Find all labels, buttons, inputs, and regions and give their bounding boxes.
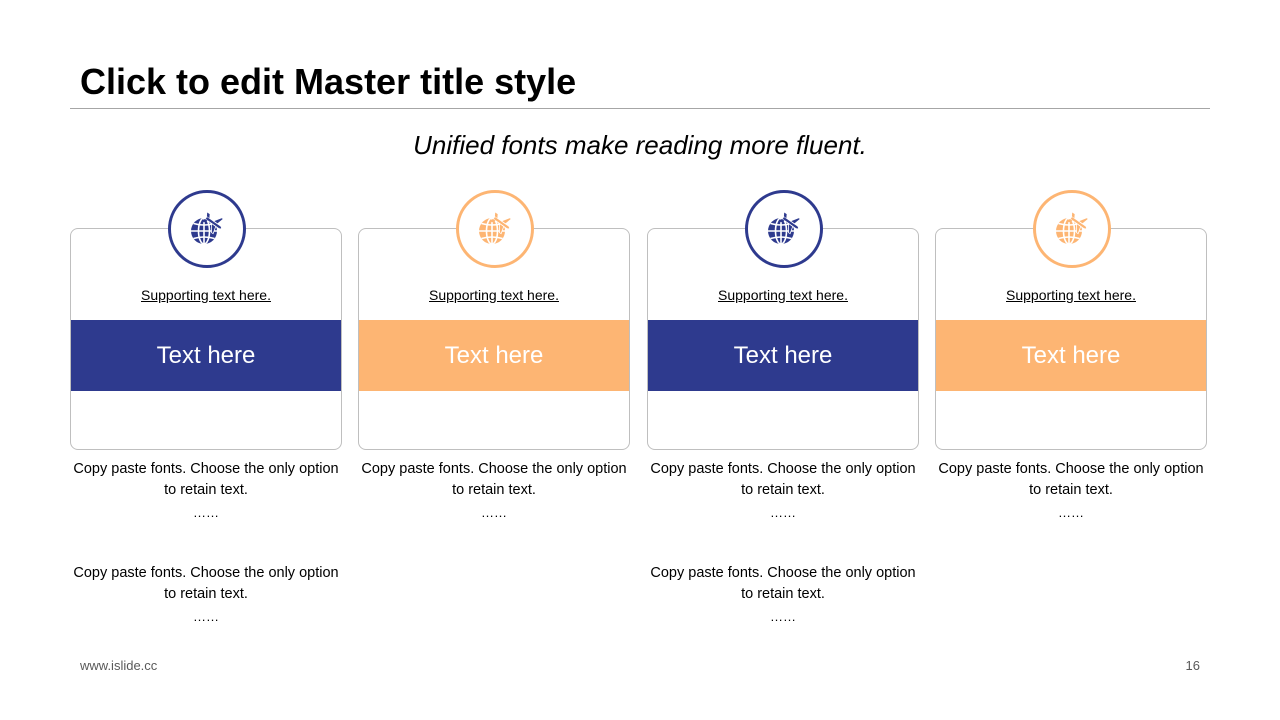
card-column-1: Supporting text here. Text here Copy pas… [70, 0, 342, 720]
card-column-4: Supporting text here. Text here Copy pas… [935, 0, 1207, 720]
page-number: 16 [1185, 658, 1200, 673]
body-text-2: Copy paste fonts. Choose the only option… [73, 565, 339, 602]
card-column-2: Supporting text here. Text here Copy pas… [358, 0, 630, 720]
icon-circle [1033, 190, 1111, 268]
icon-circle [168, 190, 246, 268]
card-band: Text here [648, 320, 918, 391]
icon-circle [456, 190, 534, 268]
card-column-3: Supporting text here. Text here Copy pas… [647, 0, 919, 720]
ellipsis: …… [1058, 505, 1084, 520]
body-text-1: Copy paste fonts. Choose the only option… [650, 461, 916, 498]
supporting-text: Supporting text here. [141, 287, 271, 303]
card-band: Text here [936, 320, 1206, 391]
body-text-1: Copy paste fonts. Choose the only option… [361, 461, 627, 498]
supporting-text: Supporting text here. [1006, 287, 1136, 303]
ellipsis: …… [481, 505, 507, 520]
ellipsis: …… [770, 609, 796, 624]
body-text-1: Copy paste fonts. Choose the only option… [73, 461, 339, 498]
globe-plane-icon [768, 212, 802, 245]
globe-plane-icon [479, 212, 513, 245]
card-band: Text here [359, 320, 629, 391]
body-text-1: Copy paste fonts. Choose the only option… [938, 461, 1204, 498]
globe-plane-icon [191, 212, 225, 245]
body-text-2: Copy paste fonts. Choose the only option… [650, 565, 916, 602]
ellipsis: …… [193, 609, 219, 624]
icon-circle [745, 190, 823, 268]
supporting-text: Supporting text here. [718, 287, 848, 303]
supporting-text: Supporting text here. [429, 287, 559, 303]
card-band: Text here [71, 320, 341, 391]
ellipsis: …… [770, 505, 796, 520]
footer-url: www.islide.cc [80, 658, 158, 673]
globe-plane-icon [1056, 212, 1090, 245]
ellipsis: …… [193, 505, 219, 520]
